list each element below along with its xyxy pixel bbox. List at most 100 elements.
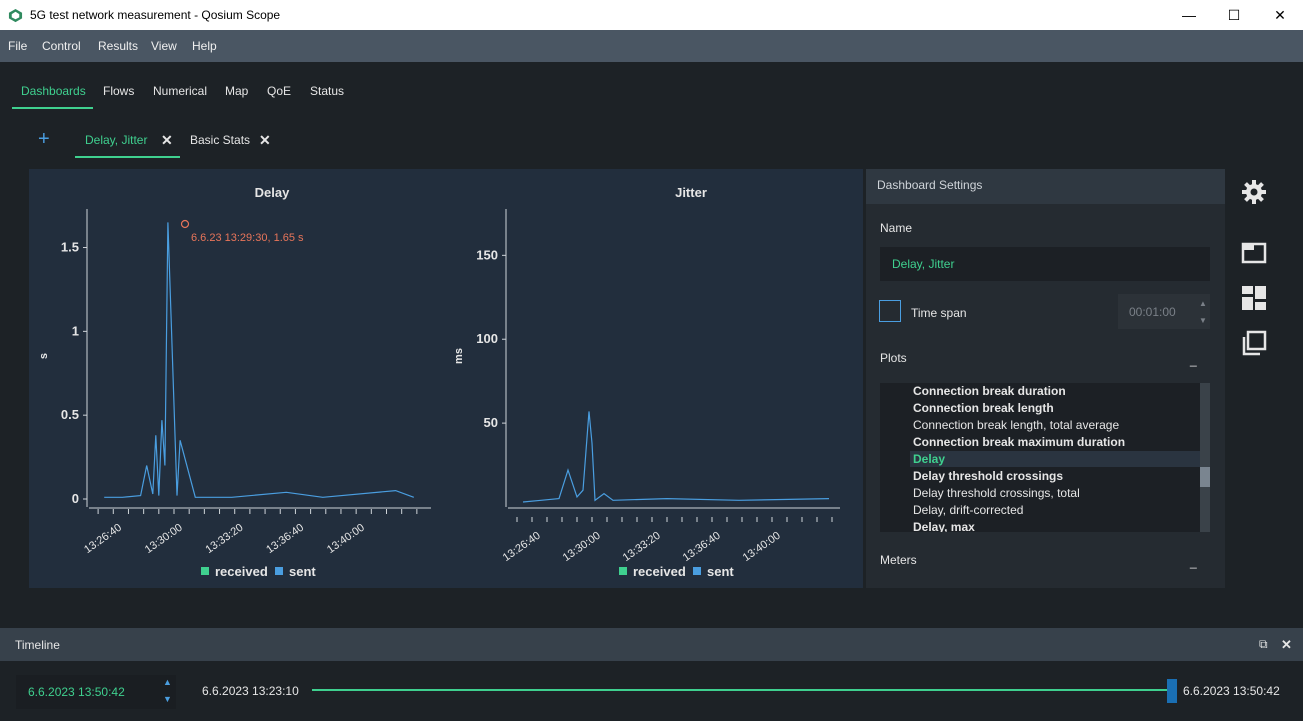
dashboard-icon[interactable] <box>1241 285 1267 311</box>
spin-down-icon[interactable]: ▼ <box>1199 316 1207 325</box>
jitter-x-tick-label: 13:33:20 <box>621 530 663 564</box>
menu-control[interactable]: Control <box>42 39 81 53</box>
charts-canvas[interactable]: Delay s 0 0.5 1 1.5 13:26:40 13:30:00 13:33:2… <box>29 169 863 588</box>
spin-up-icon[interactable]: ▲ <box>1199 299 1207 308</box>
timeline-header: Timeline ⧉ ✕ <box>0 628 1303 661</box>
timeline-date-input[interactable]: 6.6.2023 13:50:42 <box>16 675 176 709</box>
plots-list[interactable]: Connection break duration Connection brea… <box>880 383 1210 532</box>
add-dashboard-button[interactable]: + <box>38 128 50 151</box>
timeline-end: 6.6.2023 13:50:42 <box>1183 684 1280 698</box>
restore-icon[interactable]: ⧉ <box>1259 637 1268 652</box>
jitter-chart-title: Jitter <box>675 185 707 200</box>
copy-icon[interactable] <box>1241 330 1267 356</box>
app-logo-icon <box>8 8 23 23</box>
plot-list-item[interactable]: Delay threshold crossings, total <box>913 486 1080 500</box>
legend-received: received <box>633 564 686 579</box>
tab-qoe[interactable]: QoE <box>267 84 291 98</box>
plots-collapse-button[interactable]: _ <box>1190 353 1197 367</box>
timeline-title: Timeline <box>15 638 60 652</box>
close-tab-icon[interactable]: ✕ <box>259 132 271 149</box>
legend-sent: sent <box>289 564 316 579</box>
settings-title: Dashboard Settings <box>877 178 983 192</box>
active-dashboard-indicator <box>75 156 180 158</box>
jitter-series-sent <box>522 411 830 503</box>
delay-x-tick-label: 13:33:20 <box>204 522 246 556</box>
legend-sent-swatch <box>275 567 283 575</box>
delay-peak-marker <box>180 219 190 229</box>
plot-list-item[interactable]: Connection break length <box>913 401 1054 415</box>
delay-y-label: s <box>38 353 50 359</box>
menu-file[interactable]: File <box>8 39 27 53</box>
timeline-slider-handle[interactable] <box>1167 679 1177 703</box>
dashboard-name-input[interactable]: Delay, Jitter <box>880 247 1210 281</box>
dashboard-tab-basic-stats[interactable]: Basic Stats <box>190 133 250 147</box>
delay-series-sent <box>104 222 415 498</box>
tab-numerical[interactable]: Numerical <box>153 84 207 98</box>
jitter-x-tick-label: 13:40:00 <box>741 530 783 564</box>
timespan-label: Time span <box>911 306 967 320</box>
plot-list-item[interactable]: Connection break length, total average <box>913 418 1119 432</box>
menu-help[interactable]: Help <box>192 39 217 53</box>
dashboard-settings-panel: Dashboard Settings Name Delay, Jitter Ti… <box>866 169 1225 588</box>
window-icon[interactable] <box>1241 240 1267 266</box>
active-tab-indicator <box>12 107 93 109</box>
delay-y-tick-label: 0.5 <box>61 407 79 422</box>
tab-map[interactable]: Map <box>225 84 248 98</box>
legend-received: received <box>215 564 268 579</box>
timespan-input[interactable]: 00:01:00 <box>1118 294 1210 329</box>
close-window-button[interactable]: ✕ <box>1257 0 1303 30</box>
menu-results[interactable]: Results <box>98 39 138 53</box>
timeline-start: 6.6.2023 13:23:10 <box>202 684 299 698</box>
timespan-checkbox[interactable] <box>879 300 901 322</box>
meters-label: Meters <box>880 553 917 567</box>
title-bar: 5G test network measurement - Qosium Sco… <box>0 0 1303 30</box>
delay-x-tick-label: 13:40:00 <box>325 522 367 556</box>
menu-bar: File Control Results View Help <box>0 30 1303 62</box>
tab-flows[interactable]: Flows <box>103 84 134 98</box>
meters-collapse-button[interactable]: _ <box>1190 555 1197 569</box>
jitter-x-tick-label: 13:26:40 <box>501 530 543 564</box>
name-label: Name <box>880 221 913 235</box>
jitter-y-tick-label: 150 <box>476 247 498 262</box>
dashboard-tab-delay-jitter[interactable]: Delay, Jitter <box>85 133 147 147</box>
plots-label: Plots <box>880 351 907 365</box>
delay-y-tick-label: 1.5 <box>61 240 79 255</box>
jitter-x-tick-label: 13:36:40 <box>681 530 723 564</box>
spin-up-icon[interactable]: ▲ <box>163 677 172 687</box>
jitter-x-tick-label: 13:30:00 <box>561 530 603 564</box>
spin-down-icon[interactable]: ▼ <box>163 694 172 704</box>
maximize-button[interactable]: ☐ <box>1211 0 1257 30</box>
delay-chart-title: Delay <box>255 185 290 200</box>
chart-panel: Delay s 0 0.5 1 1.5 13:26:40 13:30:00 13:33:2… <box>29 169 863 588</box>
legend-received-swatch <box>619 567 627 575</box>
delay-x-tick-label: 13:30:00 <box>143 522 185 556</box>
jitter-y-tick-label: 100 <box>476 331 498 346</box>
selected-row-highlight <box>910 451 1200 467</box>
delay-tooltip: 6.6.23 13:29:30, 1.65 s <box>191 232 304 244</box>
jitter-y-label: ms <box>453 348 465 364</box>
plot-list-item[interactable]: Delay, drift-corrected <box>913 503 1023 517</box>
delay-x-tick-label: 13:36:40 <box>264 522 306 556</box>
minimize-button[interactable]: — <box>1166 0 1212 30</box>
plots-scrollbar[interactable] <box>1200 383 1210 532</box>
jitter-y-tick-label: 50 <box>484 415 498 430</box>
legend-sent-swatch <box>693 567 701 575</box>
plot-list-item[interactable]: Connection break maximum duration <box>913 435 1125 449</box>
settings-header: Dashboard Settings <box>866 169 1225 204</box>
legend-received-swatch <box>201 567 209 575</box>
plot-list-item[interactable]: Delay, max <box>913 520 975 532</box>
timeline-slider-track[interactable] <box>312 689 1172 691</box>
plot-list-item[interactable]: Delay threshold crossings <box>913 469 1063 483</box>
delay-x-tick-label: 13:26:40 <box>82 522 124 556</box>
plots-scroll-thumb[interactable] <box>1200 467 1210 487</box>
tab-dashboards[interactable]: Dashboards <box>21 84 86 98</box>
plot-list-item[interactable]: Delay <box>913 452 945 466</box>
menu-view[interactable]: View <box>151 39 177 53</box>
plot-list-item[interactable]: Connection break duration <box>913 384 1066 398</box>
close-icon[interactable]: ✕ <box>1281 637 1292 653</box>
delay-y-tick-label: 0 <box>72 491 79 506</box>
close-tab-icon[interactable]: ✕ <box>161 132 173 149</box>
tab-status[interactable]: Status <box>310 84 344 98</box>
gear-icon[interactable] <box>1241 179 1267 205</box>
delay-y-tick-label: 1 <box>72 323 79 338</box>
